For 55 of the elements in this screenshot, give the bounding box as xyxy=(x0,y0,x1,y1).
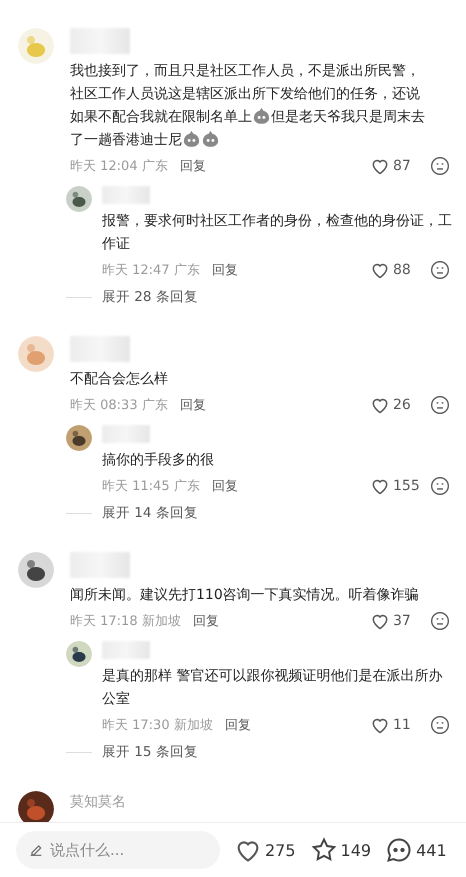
like-count: 11 xyxy=(393,717,411,733)
dislike-icon[interactable] xyxy=(430,611,450,631)
reply-link[interactable]: 回复 xyxy=(212,477,238,495)
dislike-icon[interactable] xyxy=(430,395,450,415)
pencil-icon xyxy=(28,842,44,858)
expand-replies-link[interactable]: 展开 28 条回复 xyxy=(102,288,198,306)
blurred-name xyxy=(70,28,130,54)
comment-text: 不配合会怎么样 xyxy=(70,370,168,389)
user-avatar[interactable] xyxy=(66,425,92,451)
comment-text: 报警，要求何时社区工作者的身份，检查他的身份证，工作证 xyxy=(102,212,453,254)
comment-time: 昨天 12:47 广东 xyxy=(102,262,200,279)
blurred-name xyxy=(70,552,130,578)
sticker-icon xyxy=(252,106,271,125)
like-count: 88 xyxy=(393,262,411,278)
user-avatar[interactable] xyxy=(66,186,92,212)
reply-link[interactable]: 回复 xyxy=(180,157,206,175)
comment-text: 但是老天爷我只是周末去 xyxy=(271,108,425,127)
sticker-icon xyxy=(182,129,201,148)
dislike-icon[interactable] xyxy=(430,476,450,496)
comment-icon[interactable] xyxy=(385,836,414,864)
like-count: 26 xyxy=(393,397,411,413)
user-avatar[interactable] xyxy=(18,552,54,588)
comment-field[interactable]: 说点什么... xyxy=(16,831,220,869)
favorite-count: 149 xyxy=(340,840,372,860)
comment-text: 我也接到了，而且只是社区工作人员，不是派出所民警， xyxy=(70,62,420,81)
expand-replies-link[interactable]: 展开 14 条回复 xyxy=(102,504,198,522)
like-count: 155 xyxy=(393,478,420,494)
sticker-icon xyxy=(201,129,220,148)
comment-text: 社区工作人员说这是辖区派出所下发给他们的任务，还说 xyxy=(70,85,420,104)
comment-time: 昨天 08:33 广东 xyxy=(70,397,168,414)
user-avatar[interactable] xyxy=(66,641,92,667)
reply-link[interactable]: 回复 xyxy=(212,261,238,279)
blurred-name xyxy=(70,336,130,362)
comment-time: 昨天 17:30 新加坡 xyxy=(102,717,213,734)
comment-count: 441 xyxy=(416,840,447,860)
comment-text: 如果不配合我就在限制名单上 xyxy=(70,108,252,127)
comment-text: 了一趟香港迪士尼 xyxy=(70,131,182,150)
expand-replies-link[interactable]: 展开 15 条回复 xyxy=(102,743,198,761)
reply-link[interactable]: 回复 xyxy=(180,396,206,414)
comment-time: 昨天 11:45 广东 xyxy=(102,478,200,495)
reply-link[interactable]: 回复 xyxy=(192,612,219,630)
comment-text: 是真的那样 警官还可以跟你视频证明他们是在派出所办公室 xyxy=(102,667,444,709)
dislike-icon[interactable] xyxy=(430,156,450,176)
comment-time: 昨天 12:04 广东 xyxy=(70,158,168,175)
comment-text: 搞你的手段多的很 xyxy=(102,451,214,470)
dislike-icon[interactable] xyxy=(430,260,450,280)
reply-link[interactable]: 回复 xyxy=(224,716,251,734)
like-count: 37 xyxy=(393,613,411,629)
comment-time: 昨天 17:18 新加坡 xyxy=(70,613,181,630)
like-count: 87 xyxy=(393,158,411,174)
dislike-icon[interactable] xyxy=(430,715,450,735)
user-avatar[interactable] xyxy=(18,791,54,822)
star-icon[interactable] xyxy=(310,836,338,864)
comment-text: 闻所未闻。建议先打110咨询一下真实情况。听着像诈骗 xyxy=(70,586,419,605)
like-count: 275 xyxy=(265,840,296,860)
